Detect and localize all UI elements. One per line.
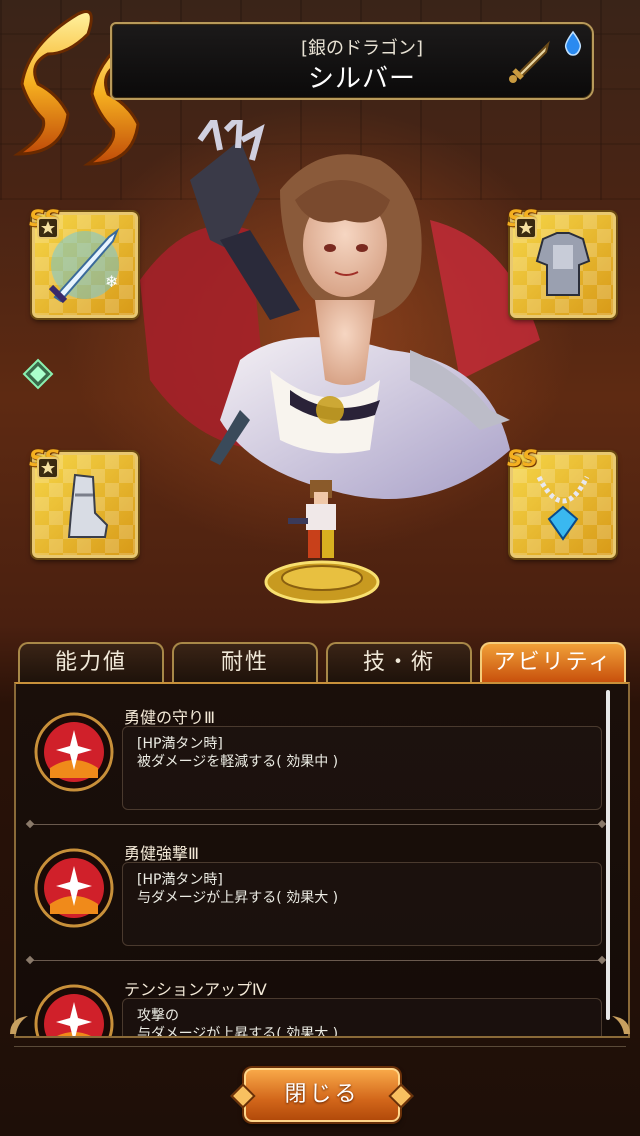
ability-description-box: [HP満タン時] 与ダメージが上昇する( 効果大 ) [122,862,602,946]
ability-condition: [HP満タン時] [137,736,223,752]
tab-resistance[interactable]: 耐性 [172,642,318,682]
equip-slot-weapon[interactable]: ❄ SS [29,207,138,318]
equip-slot-accessory[interactable]: SS [507,447,616,558]
ability-list-panel[interactable]: 勇健の守りⅢ [HP満タン時] 被ダメージを軽減する( 効果中 ) 勇健強撃Ⅲ … [14,682,630,1038]
ability-condition: [HP満タン時] [137,872,223,888]
ability-name: 勇健強撃Ⅲ [124,844,200,863]
character-sprite [264,480,380,604]
character-header: [銀のドラゴン] シルバー [110,22,594,100]
equip-rank-badge: SS [507,447,538,472]
tab-skills[interactable]: 技・術 [326,642,472,682]
ability-name: テンションアップⅣ [124,980,267,999]
character-title: [銀のドラゴン] [300,38,424,59]
equip-slot-boots[interactable]: SS [29,447,138,558]
detail-tabs: 能力値 耐性 技・術 アビリティ [18,642,626,682]
tab-stats[interactable]: 能力値 [18,642,164,682]
ornament-icon [612,1016,630,1034]
list-item: テンションアップⅣ 攻撃の 与ダメージが上昇する( 効果大 ) [16,956,616,1038]
list-item: 勇健の守りⅢ [HP満タン時] 被ダメージを軽減する( 効果中 ) [16,684,616,824]
ability-description-box: [HP満タン時] 被ダメージを軽減する( 効果中 ) [122,726,602,810]
tab-abilities[interactable]: アビリティ [480,642,626,682]
star-icon [37,457,59,479]
role-emblem-icon [22,358,54,390]
close-button[interactable]: 閉じる [244,1068,400,1122]
sword-icon [509,40,550,83]
ability-condition: 攻撃の [137,1008,179,1024]
ability-name: 勇健の守りⅢ [124,708,216,727]
ability-effect: 与ダメージが上昇する( 効果大 ) [137,1026,339,1038]
water-drop-icon [564,30,582,56]
footer-divider [14,1046,626,1047]
ability-effect: 与ダメージが上昇する( 効果大 ) [137,890,339,906]
list-item: 勇健強撃Ⅲ [HP満タン時] 与ダメージが上昇する( 効果大 ) [16,820,616,960]
ability-sparkle-icon [34,848,114,928]
ability-sparkle-icon [34,712,114,792]
ability-effect: 被ダメージを軽減する( 効果中 ) [137,754,339,770]
star-icon [37,217,59,239]
ability-sparkle-icon [34,984,114,1036]
scrollbar[interactable] [606,690,610,1020]
svg-text:❄: ❄ [105,272,118,291]
ability-description-box: 攻撃の 与ダメージが上昇する( 効果大 ) [122,998,602,1038]
star-icon [515,217,537,239]
equip-slot-armor[interactable]: SS [507,207,616,318]
ornament-icon [10,1016,28,1034]
character-name: シルバー [307,64,416,94]
